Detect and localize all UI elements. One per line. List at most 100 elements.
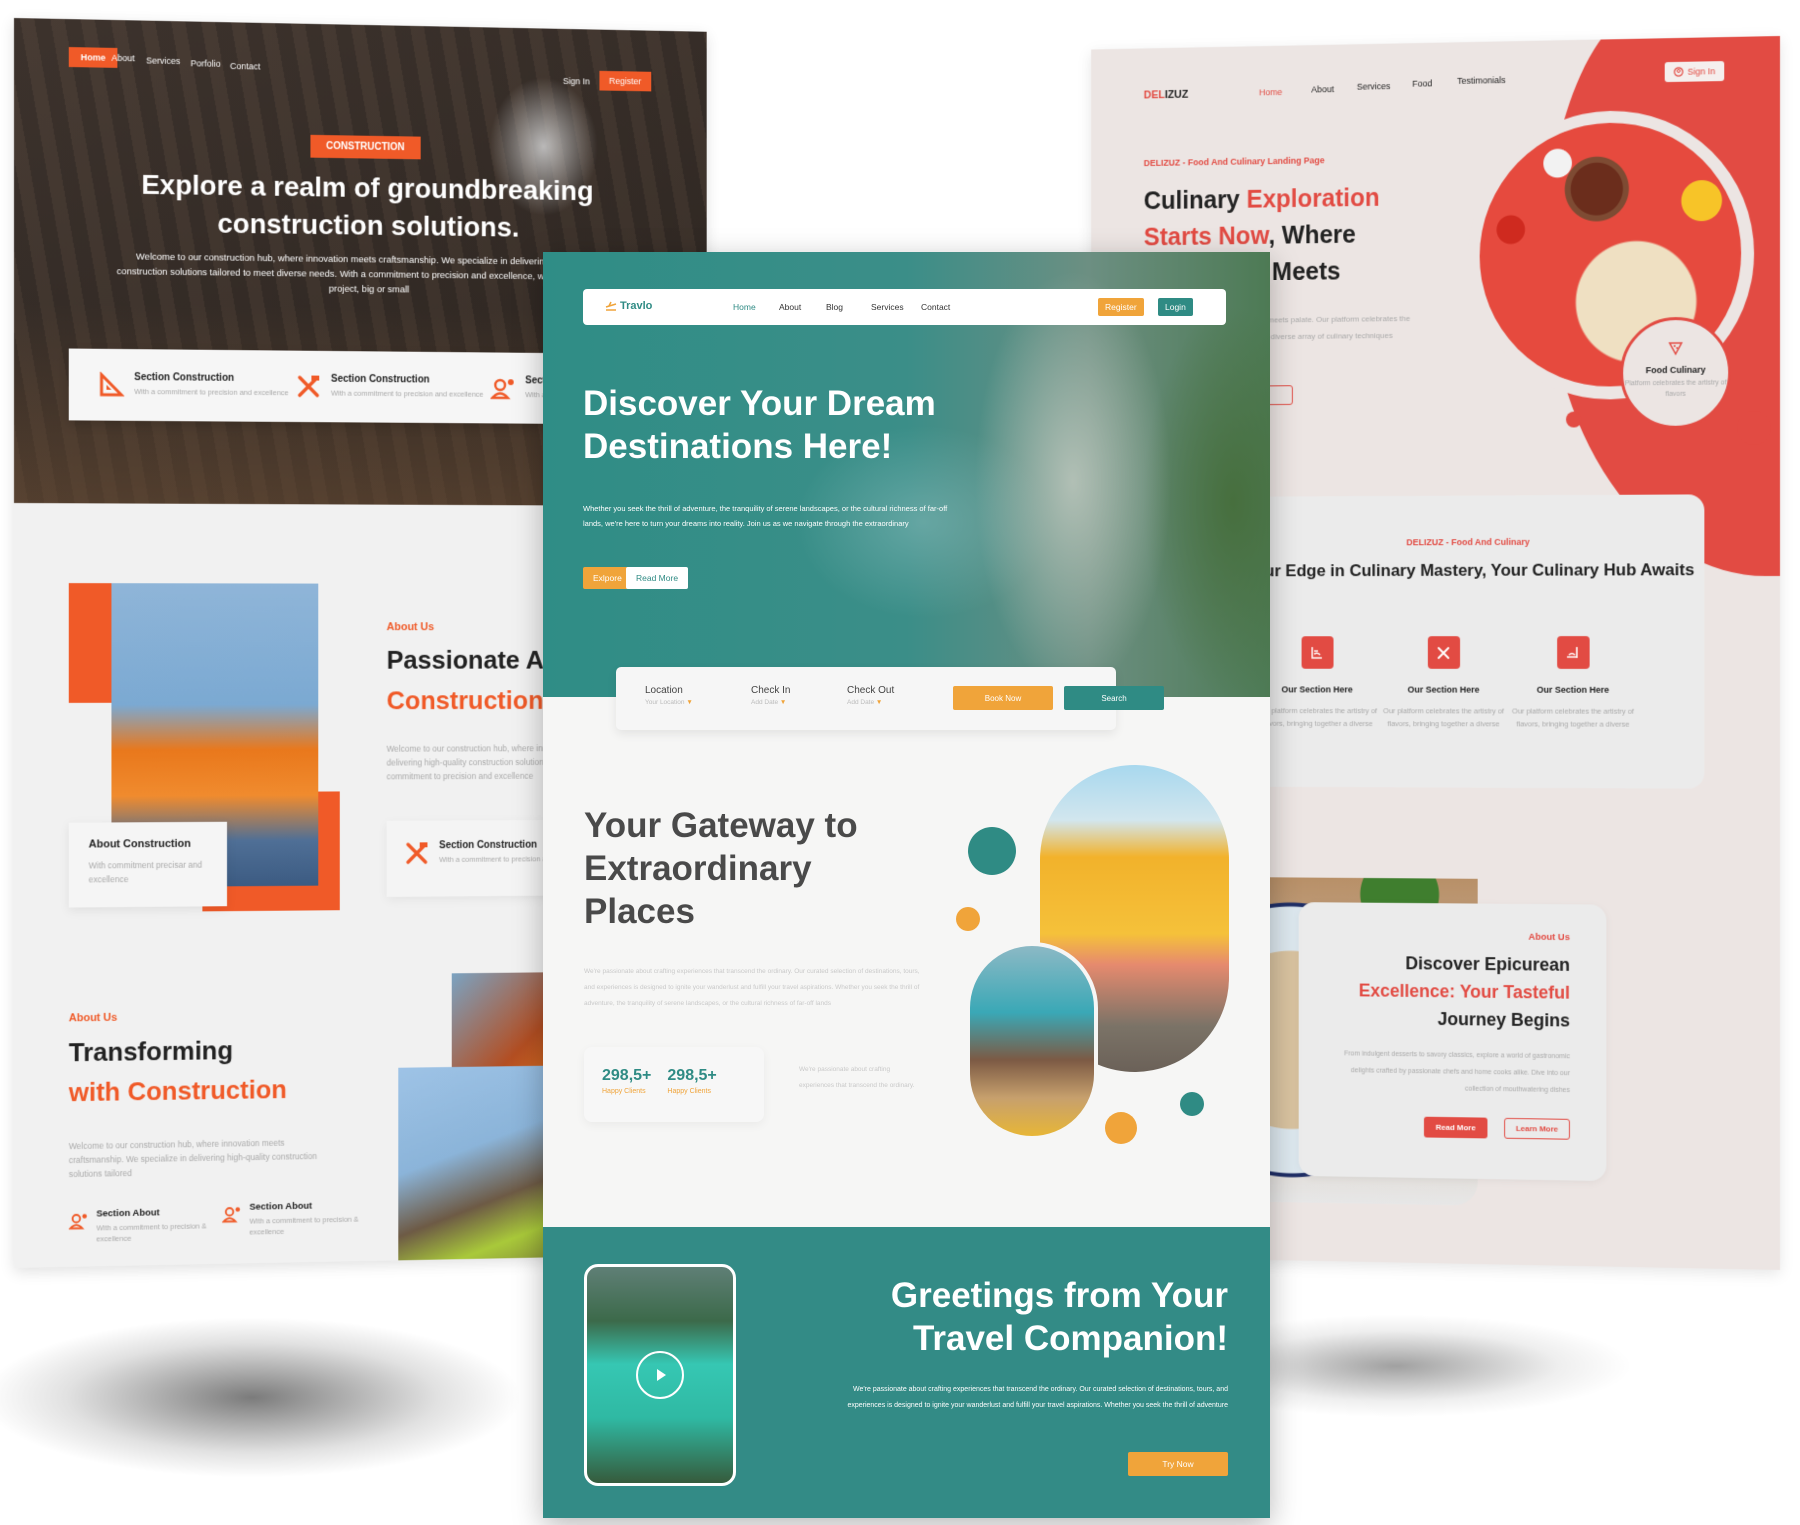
search-button[interactable]: Search	[1064, 686, 1164, 710]
badge-desc: Platform celebrates the artistry of flav…	[1624, 379, 1727, 398]
sign-in-button[interactable]: Sign In	[1664, 61, 1725, 83]
hero-title: Explore a realm of groundbreaking constr…	[141, 168, 594, 243]
worker-gear-icon	[490, 375, 514, 401]
gateway-text: We're passionate about crafting experien…	[584, 968, 920, 1007]
book-now-button[interactable]: Book Now	[953, 686, 1053, 710]
stat-label: Happy Clients	[667, 1088, 711, 1095]
decor-dot	[1737, 411, 1772, 446]
nav-home[interactable]: Home	[1259, 87, 1282, 97]
service-title: Our Section Here	[1536, 684, 1610, 695]
stats-card: 298,5+ Happy Clients 298,5+ Happy Client…	[584, 1047, 764, 1122]
logo-accent: DEL	[1143, 89, 1165, 102]
nav-home[interactable]: Home	[733, 302, 756, 312]
coastal-village-photo	[966, 942, 1098, 1140]
field-label: Check Out	[847, 685, 895, 696]
gateway-title: Your Gateway to Extraordinary Places	[584, 804, 858, 933]
services-card: DELIZUZ - Food And Culinary Your Edge in…	[1234, 494, 1705, 789]
greeting-text: We're passionate about crafting experien…	[847, 1386, 1228, 1409]
worker-gear-icon	[222, 1202, 240, 1226]
read-more-button[interactable]: Read More	[626, 567, 689, 589]
field-label: Check In	[751, 685, 791, 696]
nav-home[interactable]: Home	[68, 47, 118, 68]
title-line: Discover Your Dream	[583, 384, 936, 423]
hero-title: Discover Your Dream Destinations Here!	[583, 382, 936, 468]
section-heading: Your Edge in Culinary Mastery, Your Culi…	[1244, 560, 1695, 581]
explore-button[interactable]: Exlpore	[583, 567, 632, 589]
title-line: Greetings from Your	[890, 1276, 1228, 1315]
read-more-button[interactable]: Read More	[1423, 1116, 1488, 1139]
section-heading: Transforming	[68, 1035, 234, 1068]
cutlery-icon	[1427, 636, 1460, 669]
plane-icon	[605, 301, 617, 311]
heading-part: Culinary	[1143, 186, 1247, 216]
stat-item: 298,5+ Happy Clients	[667, 1067, 716, 1122]
nav-about[interactable]: About	[1311, 84, 1334, 94]
service-desc: Our platform celebrates the artistry of …	[1512, 706, 1634, 729]
booking-bar: Location Your Location ▼ Check In Add Da…	[616, 667, 1164, 730]
decor-dot	[1105, 1112, 1137, 1144]
title-line: Places	[584, 892, 695, 931]
tools-icon	[404, 840, 429, 866]
gateway-side-text: We're passionate about crafting experien…	[799, 1066, 915, 1089]
decor-dot	[956, 907, 980, 931]
service-title: Our Section Here	[1407, 684, 1480, 695]
nav-testimonials[interactable]: Testimonials	[1457, 75, 1505, 86]
item-desc: With a commitment to precision & excelle…	[249, 1214, 359, 1237]
set-square-icon	[99, 372, 125, 398]
location-field[interactable]: Location Your Location ▼	[645, 685, 693, 706]
title-line: Destinations Here!	[583, 427, 893, 466]
nav-services[interactable]: Services	[1357, 81, 1391, 91]
about-text: From indulgent desserts to savory classi…	[1344, 1050, 1570, 1095]
field-label: Location	[645, 685, 683, 696]
item-title: Section About	[249, 1200, 313, 1213]
section-about-item: Section About With a commitment to precis…	[222, 1200, 369, 1238]
learn-more-button[interactable]: Learn More	[1503, 1117, 1570, 1140]
section-tag: DELIZUZ - Food And Culinary	[1406, 536, 1530, 548]
lake-video-thumbnail[interactable]	[584, 1264, 736, 1486]
nav-portfolio[interactable]: Porfolio	[191, 58, 221, 68]
sign-in-link[interactable]: Sign In	[563, 76, 590, 86]
delizuz-logo[interactable]: DELIZUZ	[1144, 89, 1189, 102]
register-button[interactable]: Register	[599, 70, 651, 92]
nav-services[interactable]: Services	[146, 55, 180, 66]
card-desc: With commitment precisar and excellence	[88, 859, 203, 885]
caret-down-icon: ▼	[779, 699, 787, 706]
feature-title: Section Construction	[330, 373, 430, 386]
check-in-field[interactable]: Check In Add Date ▼	[751, 685, 790, 706]
nav-contact[interactable]: Contact	[921, 302, 950, 312]
caret-down-icon: ▼	[686, 699, 693, 706]
nav-about[interactable]: About	[111, 53, 134, 63]
badge-title: Food Culinary	[1645, 364, 1706, 376]
mockup-shadow-right	[1270, 1270, 1690, 1430]
pizza-slice-icon	[1668, 340, 1684, 356]
feature-item: Section Construction With a commitment to…	[296, 373, 491, 400]
play-icon[interactable]	[636, 1351, 684, 1399]
nav-services[interactable]: Services	[871, 302, 904, 312]
try-now-button[interactable]: Try Now	[1128, 1452, 1228, 1476]
travlo-logo[interactable]: Travlo	[605, 300, 652, 312]
stat-number: 298,5+	[602, 1067, 652, 1084]
travlo-navbar: Travlo Home About Blog Services Contact …	[583, 289, 1226, 325]
check-out-field[interactable]: Check Out Add Date ▼	[847, 685, 894, 706]
field-value: Your Location	[645, 699, 685, 706]
item-desc: With a commitment to precision & excelle…	[96, 1221, 207, 1244]
nav-food[interactable]: Food	[1412, 78, 1432, 88]
register-button[interactable]: Register	[1098, 298, 1144, 316]
login-button[interactable]: Login	[1158, 298, 1193, 316]
nav-contact[interactable]: Contact	[230, 61, 261, 71]
nav-blog[interactable]: Blog	[826, 302, 843, 312]
decor-dot	[968, 827, 1016, 875]
stat-number: 298,5+	[667, 1067, 717, 1084]
section-label: About Us	[68, 1011, 118, 1025]
tools-icon	[296, 373, 321, 399]
field-value: Add Date	[847, 699, 875, 706]
service-item: Our Section Here Our platform celebrates…	[1380, 636, 1507, 730]
section-label: About Us	[386, 621, 435, 634]
greeting-title: Greetings from Your Travel Companion!	[891, 1274, 1228, 1360]
nav-about[interactable]: About	[779, 302, 801, 312]
service-title: Our Section Here	[1281, 684, 1353, 695]
service-item: Our Section Here Our platform celebrates…	[1254, 636, 1380, 730]
section-heading-accent: Construction	[386, 685, 544, 716]
card-title: About Construction	[88, 837, 191, 851]
heading-line: Journey Begins	[1437, 1009, 1570, 1031]
